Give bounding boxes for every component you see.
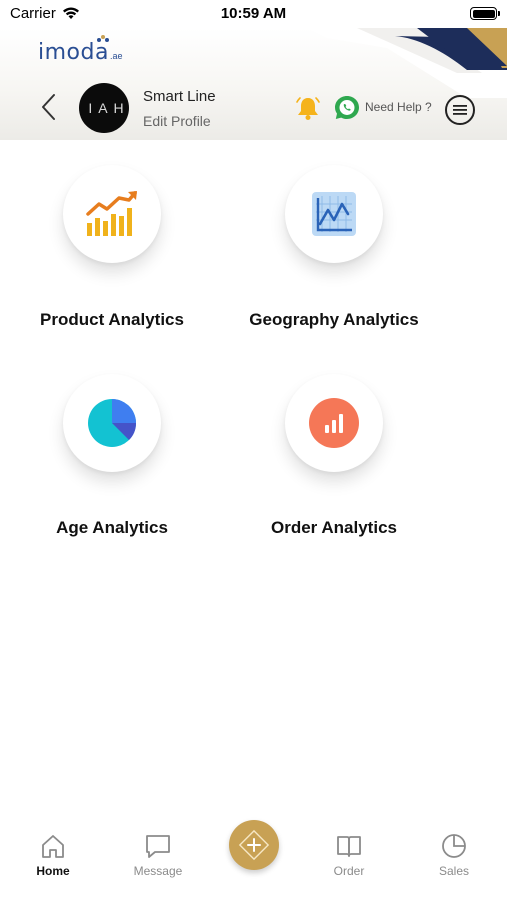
line-chart-icon bbox=[312, 192, 356, 236]
product-analytics-label[interactable]: Product Analytics bbox=[40, 310, 184, 330]
avatar[interactable]: IAH bbox=[79, 83, 129, 133]
tab-sales-label: Sales bbox=[438, 864, 470, 878]
geography-analytics-button[interactable] bbox=[285, 165, 383, 263]
tab-message-label: Message bbox=[133, 864, 183, 878]
whatsapp-icon[interactable] bbox=[333, 94, 361, 122]
back-chevron-icon bbox=[42, 94, 55, 120]
status-time: 10:59 AM bbox=[220, 5, 287, 22]
status-bar: Carrier 10:59 AM bbox=[0, 0, 507, 28]
order-analytics-button[interactable] bbox=[285, 374, 383, 472]
profile-name: Smart Line bbox=[143, 88, 216, 105]
header-decoration bbox=[307, 28, 507, 98]
tab-message[interactable]: Message bbox=[118, 832, 198, 878]
tab-home-label: Home bbox=[36, 864, 70, 878]
product-analytics-button[interactable] bbox=[63, 165, 161, 263]
bar-chart-trend-icon bbox=[86, 191, 137, 236]
book-icon bbox=[337, 836, 361, 857]
avatar-text: IAH bbox=[88, 100, 129, 116]
add-button[interactable] bbox=[229, 820, 279, 870]
geography-analytics-label[interactable]: Geography Analytics bbox=[249, 310, 418, 330]
tab-order-label: Order bbox=[333, 864, 365, 878]
logo: imoda .ae bbox=[38, 35, 123, 65]
logo-suffix: .ae bbox=[109, 51, 123, 61]
tab-order[interactable]: Order bbox=[309, 832, 389, 878]
menu-button[interactable] bbox=[445, 95, 475, 125]
order-bars-icon bbox=[309, 398, 359, 448]
message-icon bbox=[146, 835, 170, 858]
battery-icon bbox=[470, 7, 500, 20]
tab-sales[interactable]: Sales bbox=[414, 832, 494, 878]
need-help-link[interactable]: Need Help ? bbox=[365, 100, 432, 114]
header: imoda .ae IAH Smart Line Edit Profile Ne… bbox=[0, 28, 507, 140]
menu-icon bbox=[453, 105, 467, 115]
home-icon bbox=[42, 835, 64, 858]
age-analytics-button[interactable] bbox=[63, 374, 161, 472]
tab-home[interactable]: Home bbox=[13, 832, 93, 878]
logo-dots-icon bbox=[97, 35, 109, 42]
pie-icon bbox=[442, 834, 466, 858]
bell-icon[interactable] bbox=[294, 94, 322, 122]
pie-chart-icon bbox=[88, 399, 137, 447]
edit-profile-link[interactable]: Edit Profile bbox=[143, 113, 211, 129]
age-analytics-label[interactable]: Age Analytics bbox=[56, 518, 168, 538]
order-analytics-label[interactable]: Order Analytics bbox=[271, 518, 397, 538]
plus-diamond-icon bbox=[238, 829, 270, 861]
back-button[interactable] bbox=[36, 92, 60, 122]
